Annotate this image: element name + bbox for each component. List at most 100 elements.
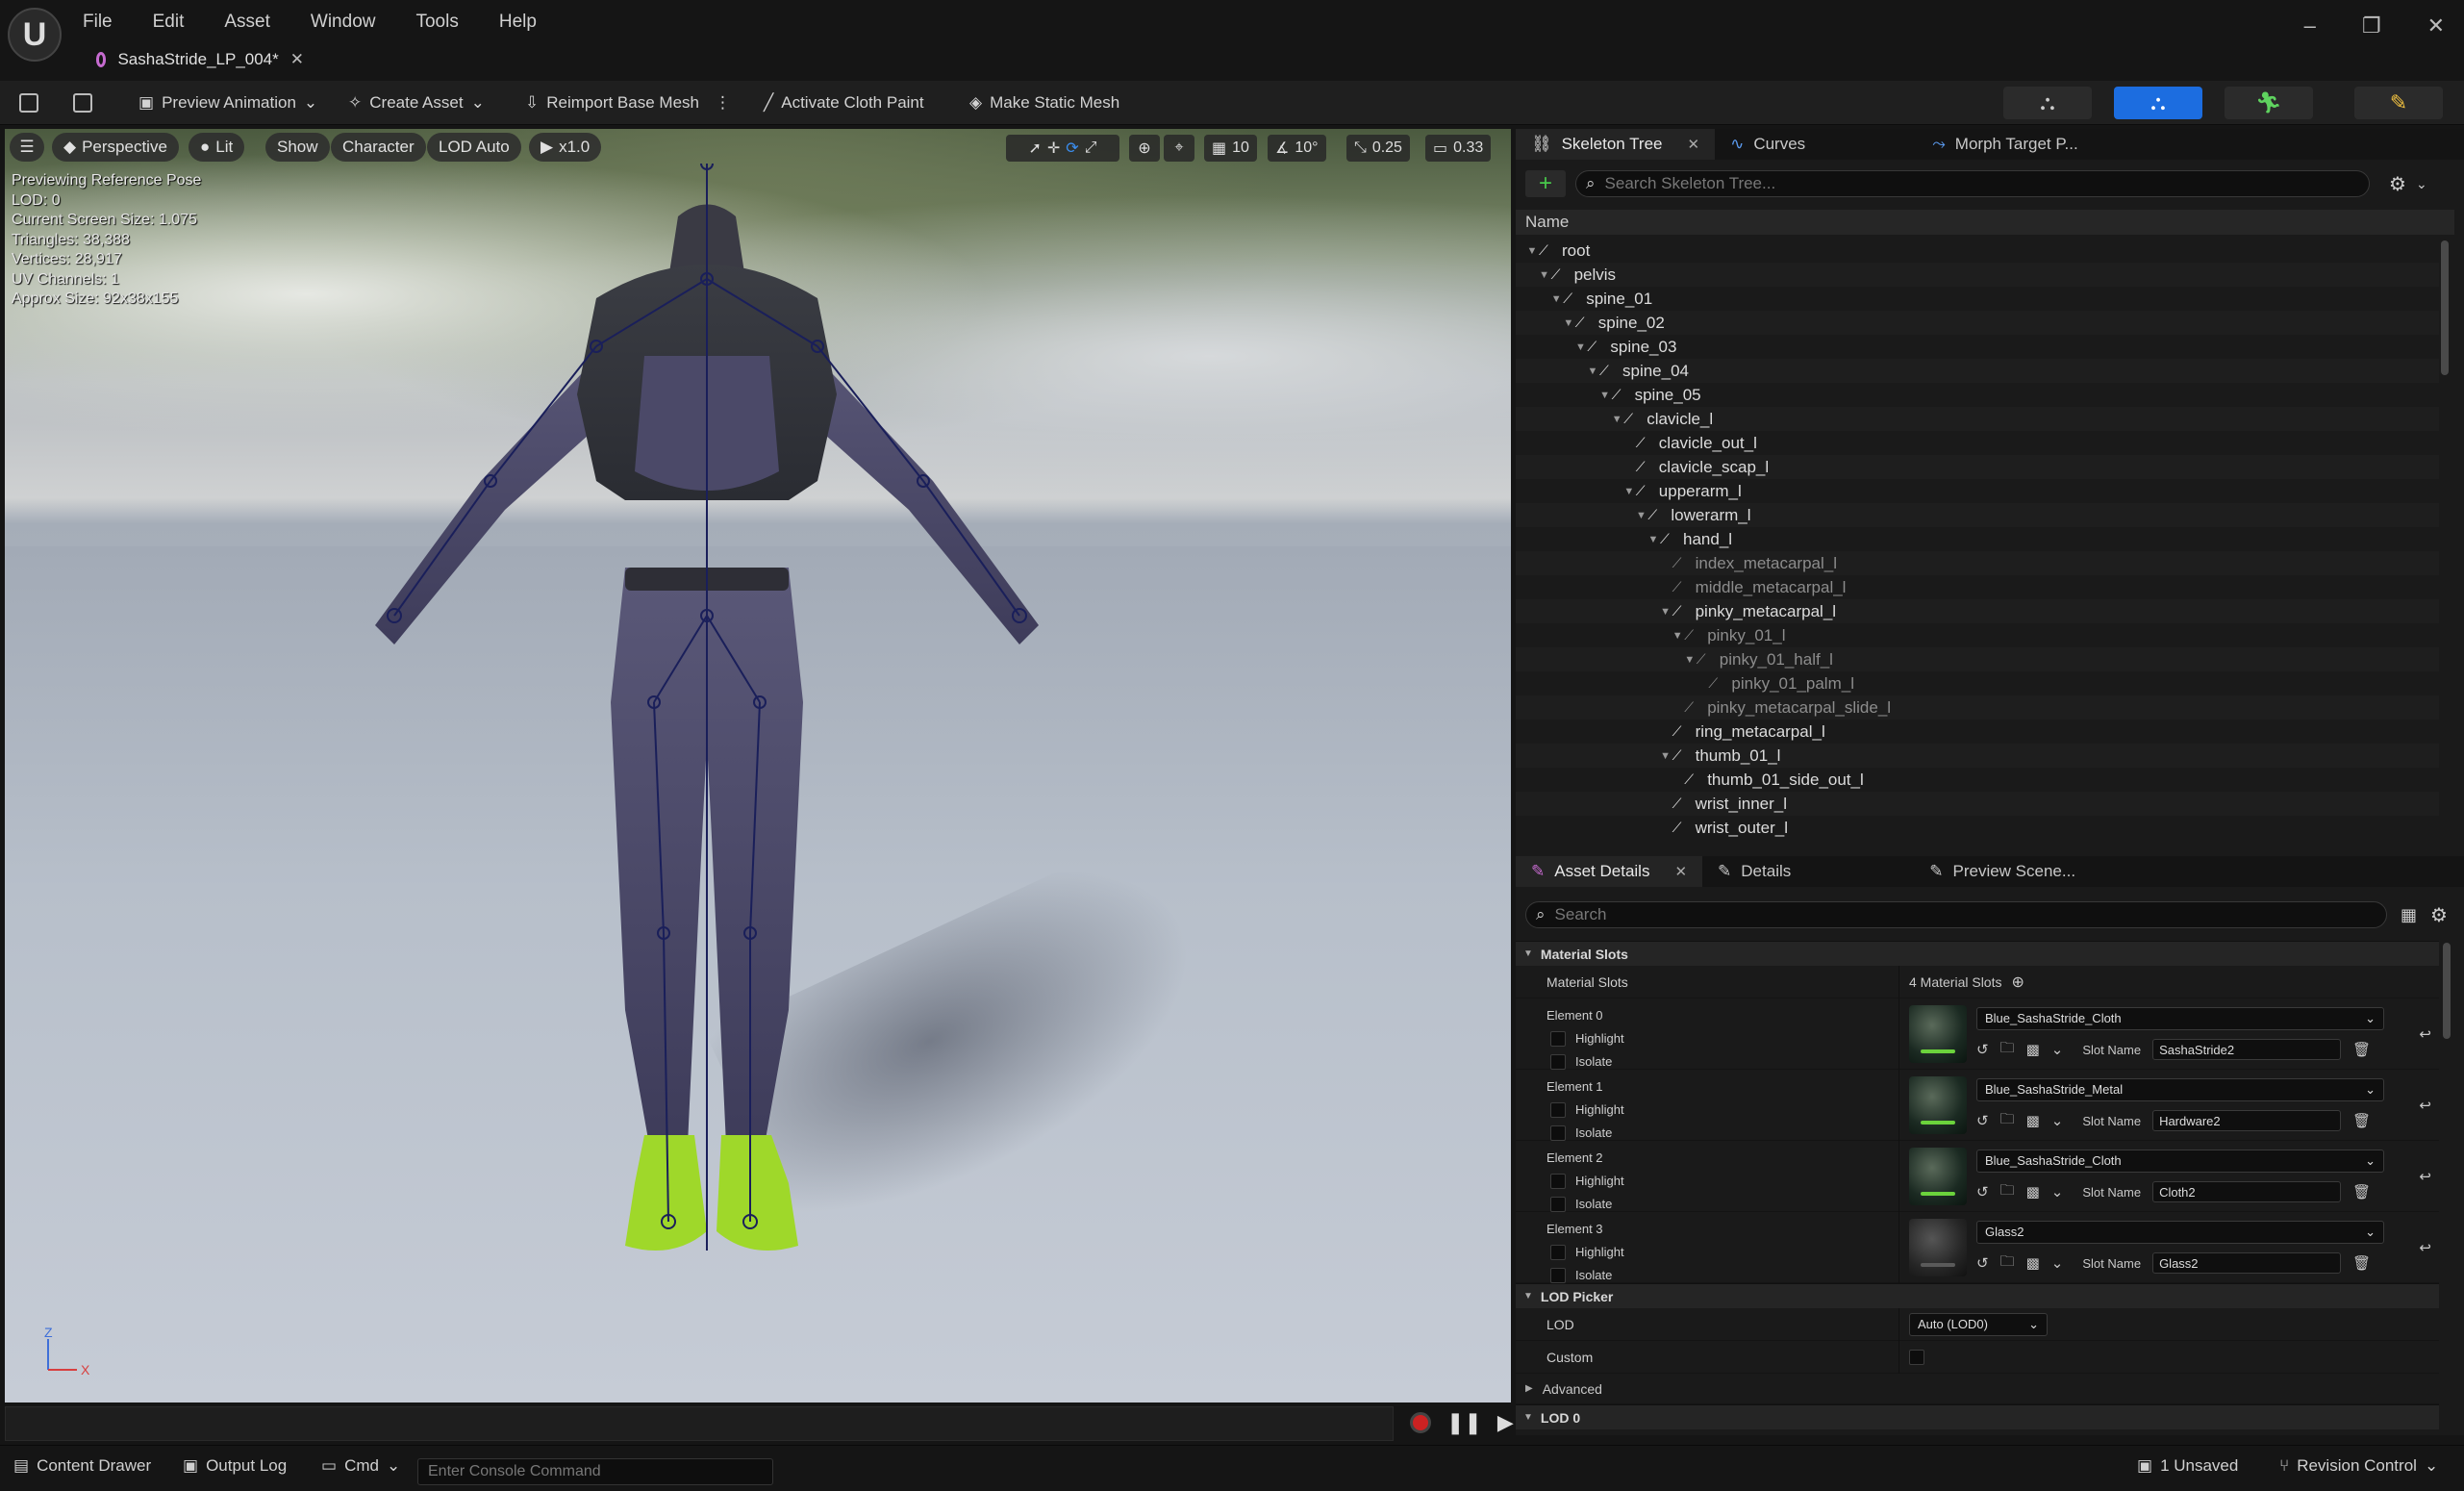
table-view-icon[interactable]: ▦ <box>2401 905 2417 925</box>
add-socket-button[interactable]: + <box>1525 170 1566 197</box>
expand-arrow-icon[interactable]: ▼ <box>1671 630 1684 642</box>
create-asset-button[interactable]: ✧ Create Asset ⌄ <box>348 88 485 117</box>
isolate-checkbox[interactable] <box>1550 1054 1566 1070</box>
expand-arrow-icon[interactable]: ▼ <box>1586 366 1599 377</box>
use-selected-icon[interactable]: ↺ <box>1976 1183 1989 1200</box>
settings-gear-icon[interactable]: ⚙ <box>2389 172 2406 196</box>
chevron-down-icon[interactable]: ⌄ <box>2051 1112 2064 1129</box>
tab-preview-scene[interactable]: ✎ Preview Scene... <box>1914 856 2091 887</box>
material-select[interactable]: Glass2 ⌄ <box>1976 1220 2384 1244</box>
expand-arrow-icon[interactable]: ▼ <box>1659 606 1672 618</box>
browse-folder-icon[interactable]: 🗀︎ <box>2000 1038 2015 1062</box>
reset-arrow-icon[interactable]: ↩ <box>2419 1239 2431 1256</box>
skeleton-search-input[interactable]: ⌕ Search Skeleton Tree... <box>1575 170 2370 197</box>
tree-row[interactable]: ▼ ⟋ root <box>1516 239 2439 263</box>
tree-row[interactable]: ▼ ⟋ pelvis <box>1516 263 2439 287</box>
isolate-checkbox[interactable] <box>1550 1268 1566 1283</box>
tree-row[interactable]: ▼ ⟋ thumb_01_l <box>1516 744 2439 768</box>
material-thumbnail[interactable] <box>1909 1005 1967 1063</box>
expand-arrow-icon[interactable]: ▼ <box>1659 750 1672 762</box>
lit-button[interactable]: ● Lit <box>189 133 245 162</box>
details-search-input[interactable]: ⌕ Search <box>1525 901 2387 928</box>
use-selected-icon[interactable]: ↺ <box>1976 1041 1989 1058</box>
output-log-button[interactable]: ▣ Output Log <box>183 1456 287 1476</box>
tree-row[interactable]: ⟋ middle_metacarpal_l <box>1516 575 2439 599</box>
delete-icon[interactable]: 🗑︎ <box>2352 1254 2371 1272</box>
tree-row[interactable]: ▼ ⟋ lowerarm_l <box>1516 503 2439 527</box>
show-button[interactable]: Show <box>265 133 330 162</box>
tree-row[interactable]: ▼ ⟋ clavicle_l <box>1516 407 2439 431</box>
tree-row[interactable]: ▼ ⟋ spine_05 <box>1516 383 2439 407</box>
expand-arrow-icon[interactable]: ▼ <box>1598 390 1612 401</box>
scale-icon[interactable]: ⤢ <box>1085 139 1097 157</box>
browse-folder-icon[interactable]: 🗀︎ <box>2000 1109 2015 1133</box>
playback-speed-button[interactable]: ▶ x1.0 <box>529 133 602 162</box>
browse-folder-icon[interactable]: 🗀︎ <box>2000 1180 2015 1204</box>
animation-mode-button[interactable]: 🏃︎ <box>2225 87 2313 119</box>
reset-arrow-icon[interactable]: ↩ <box>2419 1025 2431 1043</box>
expand-arrow-icon[interactable]: ▼ <box>1525 245 1539 257</box>
select-icon[interactable]: ➚ <box>1028 139 1041 158</box>
chevron-down-icon[interactable]: ⌄ <box>2051 1183 2064 1200</box>
close-tab-icon[interactable]: ✕ <box>1674 863 1687 880</box>
slot-name-input[interactable]: Hardware2 <box>2152 1110 2342 1131</box>
highlight-checkbox[interactable] <box>1550 1102 1566 1118</box>
console-command-input[interactable]: Enter Console Command <box>417 1458 773 1485</box>
highlight-checkbox[interactable] <box>1550 1031 1566 1047</box>
details-scrollbar[interactable] <box>2443 943 2451 1039</box>
chevron-down-icon[interactable]: ⌄ <box>2416 176 2427 192</box>
tree-row[interactable]: ▼ ⟋ spine_04 <box>1516 359 2439 383</box>
material-options-icon[interactable]: ▩ <box>2026 1041 2040 1058</box>
mesh-mode-button[interactable]: ⛬ <box>2114 87 2202 119</box>
delete-icon[interactable]: 🗑︎ <box>2352 1112 2371 1129</box>
tree-row[interactable]: ▼ ⟋ pinky_metacarpal_l <box>1516 599 2439 623</box>
tree-row[interactable]: ⟋ clavicle_scap_l <box>1516 455 2439 479</box>
custom-checkbox[interactable] <box>1909 1349 1924 1365</box>
revision-control-button[interactable]: ⑂ Revision Control ⌄ <box>2279 1456 2438 1476</box>
reimport-button[interactable]: ⇩ Reimport Base Mesh ⋮ <box>525 88 731 117</box>
slot-name-input[interactable]: Cloth2 <box>2152 1181 2342 1202</box>
tab-details[interactable]: ✎ Details <box>1702 856 1806 887</box>
menu-help[interactable]: Help <box>499 12 537 33</box>
restore-icon[interactable]: ❐ <box>2362 13 2381 38</box>
close-tab-icon[interactable]: ✕ <box>1688 136 1700 153</box>
material-thumbnail[interactable] <box>1909 1219 1967 1276</box>
expand-arrow-icon[interactable]: ▼ <box>1647 534 1660 545</box>
tree-row[interactable]: ⟋ pinky_metacarpal_slide_l <box>1516 695 2439 720</box>
isolate-checkbox[interactable] <box>1550 1125 1566 1141</box>
highlight-checkbox[interactable] <box>1550 1174 1566 1189</box>
lod-button[interactable]: LOD Auto <box>427 133 521 162</box>
tree-row[interactable]: ▼ ⟋ upperarm_l <box>1516 479 2439 503</box>
expand-arrow-icon[interactable]: ▼ <box>1549 293 1563 305</box>
tab-asset-details[interactable]: ✎ Asset Details ✕ <box>1516 856 1703 887</box>
tab-skeleton-tree[interactable]: ⛓ Skeleton Tree ✕ <box>1516 129 1716 160</box>
material-options-icon[interactable]: ▩ <box>2026 1183 2040 1200</box>
add-circle-icon[interactable]: ⊕ <box>2011 973 2024 992</box>
make-static-mesh-button[interactable]: ◈ Make Static Mesh <box>969 88 1119 117</box>
tree-row[interactable]: ▼ ⟋ hand_l <box>1516 527 2439 551</box>
record-icon[interactable] <box>1410 1412 1431 1433</box>
content-drawer-button[interactable]: ▤ Content Drawer <box>13 1456 151 1476</box>
material-select[interactable]: Blue_SashaStride_Cloth ⌄ <box>1976 1149 2384 1173</box>
close-icon[interactable]: ✕ <box>2427 13 2445 38</box>
character-mesh-preview[interactable] <box>337 164 1202 1376</box>
viewport-menu-button[interactable]: ☰ <box>10 133 44 162</box>
material-thumbnail[interactable] <box>1909 1148 1967 1205</box>
grid-snap-button[interactable]: ▦ 10 <box>1204 135 1257 162</box>
rotate-icon[interactable]: ⟳ <box>1066 139 1078 158</box>
expand-arrow-icon[interactable]: ▼ <box>1622 486 1636 497</box>
browse-button[interactable] <box>73 88 92 117</box>
expand-arrow-icon[interactable]: ▼ <box>1634 510 1647 521</box>
unreal-logo-icon[interactable]: U <box>8 8 62 62</box>
more-options-icon[interactable]: ⋮ <box>715 93 731 113</box>
reset-arrow-icon[interactable]: ↩ <box>2419 1097 2431 1114</box>
activate-cloth-paint-button[interactable]: ╱ Activate Cloth Paint <box>764 88 924 117</box>
menu-window[interactable]: Window <box>311 12 376 33</box>
menu-tools[interactable]: Tools <box>415 12 458 33</box>
tree-row[interactable]: ▼ ⟋ spine_02 <box>1516 311 2439 335</box>
tree-row[interactable]: ▼ ⟋ pinky_01_half_l <box>1516 647 2439 671</box>
pause-icon[interactable]: ❚❚ <box>1446 1410 1482 1435</box>
save-button[interactable] <box>19 88 38 117</box>
delete-icon[interactable]: 🗑︎ <box>2352 1183 2371 1200</box>
tree-row[interactable]: ⟋ ring_metacarpal_l <box>1516 720 2439 744</box>
